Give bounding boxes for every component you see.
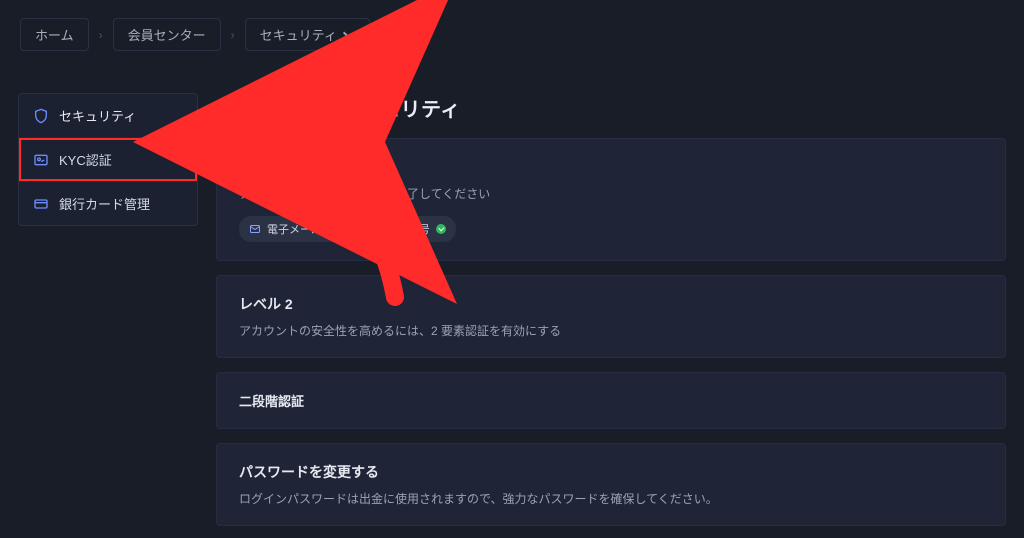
password-change-desc: ログインパスワードは出金に使用されますので、強力なパスワードを確保してください。	[239, 490, 983, 507]
sidebar-item-security[interactable]: セキュリティ	[19, 94, 197, 138]
mail-icon	[249, 223, 261, 235]
sidebar-item-label: セキュリティ	[59, 106, 136, 125]
breadcrumb-sep-icon: ›	[99, 28, 103, 42]
badge-email-label: 電子メール	[267, 221, 322, 237]
breadcrumb-current-label: セキュリティ	[260, 25, 337, 44]
credit-card-icon	[33, 196, 49, 212]
breadcrumb-current[interactable]: セキュリティ	[245, 18, 370, 51]
password-change-title: パスワードを変更する	[239, 462, 983, 482]
breadcrumb-home[interactable]: ホーム	[20, 18, 89, 51]
sidebar-item-label: 銀行カード管理	[59, 194, 150, 213]
sidebar-item-bank-card[interactable]: 銀行カード管理	[19, 182, 197, 225]
sidebar: セキュリティ KYC認証 銀行カード管理	[18, 93, 198, 226]
level2-card: レベル 2 アカウントの安全性を高めるには、2 要素認証を有効にする	[216, 275, 1006, 358]
level1-title: レベル 1	[239, 157, 983, 177]
phone-icon	[368, 223, 380, 235]
sidebar-item-label: KYC認証	[59, 150, 112, 169]
level1-card: レベル 1 アカウントの確認プロセスを完了してください 電子メール 電話番号	[216, 138, 1006, 261]
sidebar-item-kyc[interactable]: KYC認証	[19, 138, 197, 182]
level1-badges: 電子メール 電話番号	[239, 216, 983, 242]
breadcrumb-member-center[interactable]: 会員センター	[113, 18, 221, 51]
chevron-down-icon	[343, 26, 357, 40]
level2-title: レベル 2	[239, 294, 983, 314]
id-card-icon	[33, 152, 49, 168]
check-icon	[328, 224, 338, 234]
badge-email: 電子メール	[239, 216, 348, 242]
two-factor-card[interactable]: 二段階認証	[216, 372, 1006, 429]
breadcrumb-sep-icon: ›	[231, 28, 235, 42]
badge-phone-label: 電話番号	[386, 221, 430, 237]
shield-icon	[33, 108, 49, 124]
main-content: アカウントのセキュリティ レベル 1 アカウントの確認プロセスを完了してください…	[216, 93, 1006, 538]
badge-phone: 電話番号	[358, 216, 456, 242]
check-icon	[436, 224, 446, 234]
level1-desc: アカウントの確認プロセスを完了してください	[239, 185, 983, 202]
level2-desc: アカウントの安全性を高めるには、2 要素認証を有効にする	[239, 322, 983, 339]
password-change-card[interactable]: パスワードを変更する ログインパスワードは出金に使用されますので、強力なパスワー…	[216, 443, 1006, 526]
two-factor-title: 二段階認証	[239, 394, 304, 409]
page-title: アカウントのセキュリティ	[216, 93, 1006, 122]
breadcrumb: ホーム › 会員センター › セキュリティ	[0, 0, 1024, 63]
